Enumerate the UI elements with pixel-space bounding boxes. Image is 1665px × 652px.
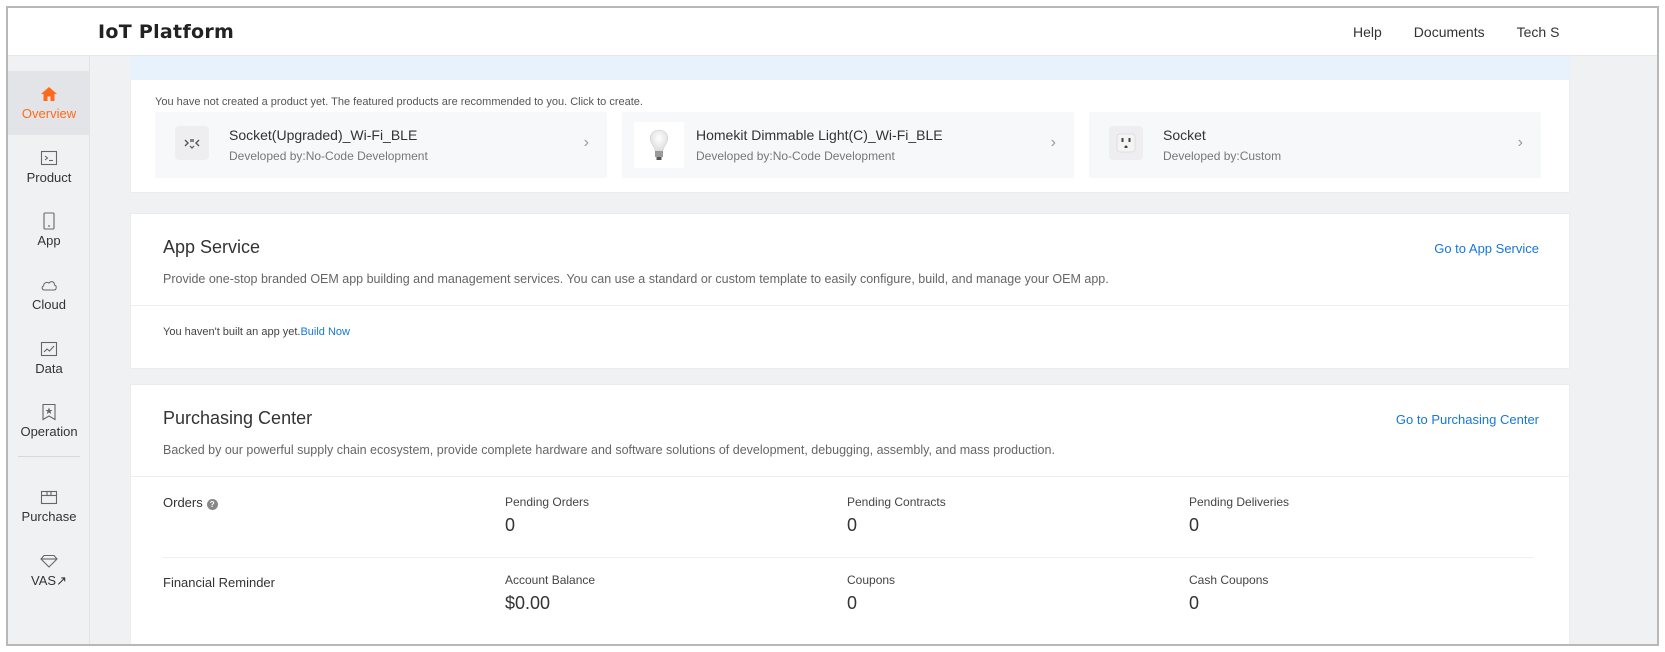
product-developer: Developed by:No-Code Development xyxy=(229,149,428,163)
sidebar-item-label: Data xyxy=(35,361,63,376)
cash-coupons-metric: Cash Coupons 0 xyxy=(1189,573,1268,614)
go-to-app-service-link[interactable]: Go to App Service xyxy=(1434,241,1539,256)
metric-label: Pending Orders xyxy=(505,495,590,509)
row-divider xyxy=(163,557,1533,558)
featured-product-card[interactable]: Socket(Upgraded)_Wi-Fi_BLE Developed by:… xyxy=(155,112,607,178)
home-icon xyxy=(40,85,58,103)
chart-icon xyxy=(40,340,58,358)
featured-products-card: You have not created a product yet. The … xyxy=(130,80,1570,193)
socket-icon xyxy=(175,126,209,160)
box-icon xyxy=(40,488,58,506)
metric-value: 0 xyxy=(1189,515,1200,535)
metric-label: Account Balance xyxy=(505,573,596,587)
bulb-icon xyxy=(634,122,684,168)
app-status-note: You haven't built an app yet.Build Now xyxy=(163,326,350,338)
phone-icon xyxy=(40,212,58,230)
account-balance-metric: Account Balance $0.00 xyxy=(505,573,595,614)
sidebar-item-data[interactable]: Data xyxy=(8,326,90,390)
sidebar-item-overview[interactable]: Overview xyxy=(8,71,90,135)
product-developer: Developed by:No-Code Development xyxy=(696,149,895,163)
build-now-link[interactable]: Build Now xyxy=(300,326,350,338)
section-divider xyxy=(131,476,1569,477)
metric-value: 0 xyxy=(505,515,516,535)
sidebar-item-label: Purchase xyxy=(21,509,77,524)
section-title: Purchasing Center xyxy=(163,408,313,428)
pending-contracts-metric: Pending Contracts 0 xyxy=(847,495,946,536)
outlet-icon xyxy=(1109,126,1143,160)
metric-value: 0 xyxy=(1189,593,1200,613)
banner-strip xyxy=(130,56,1570,80)
app-note-text: You haven't built an app yet. xyxy=(163,326,301,338)
sidebar-item-label: App xyxy=(37,233,61,248)
app-service-card: App Service Go to App Service Provide on… xyxy=(130,213,1570,369)
metric-label: Pending Deliveries xyxy=(1189,495,1290,509)
financial-reminder-label: Financial Reminder xyxy=(163,575,275,590)
sidebar-item-operation[interactable]: Operation xyxy=(8,389,90,453)
app-window: IoT Platform Help Documents Tech S Overv… xyxy=(6,6,1659,646)
chevron-right-icon: › xyxy=(1050,134,1056,151)
product-name: Socket(Upgraded)_Wi-Fi_BLE xyxy=(229,127,418,143)
featured-hint: You have not created a product yet. The … xyxy=(155,96,643,108)
pending-orders-metric: Pending Orders 0 xyxy=(505,495,589,536)
product-developer: Developed by:Custom xyxy=(1163,149,1282,163)
chevron-right-icon: › xyxy=(1517,134,1523,151)
help-link[interactable]: Help xyxy=(1353,24,1382,40)
purchasing-center-card: Purchasing Center Go to Purchasing Cente… xyxy=(130,384,1570,644)
sidebar-item-product[interactable]: Product xyxy=(8,135,90,199)
product-name: Socket xyxy=(1163,127,1206,143)
metric-value: 0 xyxy=(847,593,858,613)
documents-link[interactable]: Documents xyxy=(1414,24,1485,40)
terminal-icon xyxy=(40,149,58,167)
coupons-metric: Coupons 0 xyxy=(847,573,895,614)
sidebar: Overview Product App Cloud Data Operatio… xyxy=(8,56,90,644)
chevron-right-icon: › xyxy=(583,134,589,151)
metric-value: 0 xyxy=(847,515,858,535)
metric-label: Pending Contracts xyxy=(847,495,946,509)
product-name: Homekit Dimmable Light(C)_Wi-Fi_BLE xyxy=(696,127,943,143)
sidebar-item-label: VAS↗ xyxy=(31,572,67,588)
bookmark-star-icon xyxy=(40,403,58,421)
sidebar-item-label: Cloud xyxy=(32,297,66,312)
top-bar: IoT Platform Help Documents Tech S xyxy=(8,8,1657,56)
sidebar-item-label: Product xyxy=(26,170,72,185)
sidebar-item-app[interactable]: App xyxy=(8,198,90,262)
featured-product-card[interactable]: Socket Developed by:Custom › xyxy=(1089,112,1541,178)
sidebar-item-vas[interactable]: VAS↗ xyxy=(8,538,90,602)
sidebar-item-cloud[interactable]: Cloud xyxy=(8,262,90,326)
help-icon[interactable]: ? xyxy=(206,499,218,510)
sidebar-divider xyxy=(18,456,80,457)
top-links: Help Documents Tech S xyxy=(1353,24,1559,40)
go-to-purchasing-center-link[interactable]: Go to Purchasing Center xyxy=(1396,412,1539,427)
section-divider xyxy=(131,305,1569,306)
platform-logo[interactable]: IoT Platform xyxy=(98,21,234,43)
orders-row-label: Orders? xyxy=(163,495,218,510)
metric-label: Cash Coupons xyxy=(1189,573,1269,587)
tech-support-link[interactable]: Tech S xyxy=(1517,24,1560,40)
diamond-icon xyxy=(40,552,58,570)
sidebar-item-label: Overview xyxy=(21,106,77,121)
pending-deliveries-metric: Pending Deliveries 0 xyxy=(1189,495,1289,536)
section-title: App Service xyxy=(163,237,261,257)
metric-label: Coupons xyxy=(847,573,896,587)
metric-value: $0.00 xyxy=(505,593,551,613)
main-content: You have not created a product yet. The … xyxy=(90,56,1657,644)
orders-label: Orders xyxy=(163,495,203,510)
sidebar-item-label: Operation xyxy=(20,424,78,439)
featured-product-card[interactable]: Homekit Dimmable Light(C)_Wi-Fi_BLE Deve… xyxy=(622,112,1074,178)
section-description: Backed by our powerful supply chain ecos… xyxy=(163,443,1055,457)
section-description: Provide one-stop branded OEM app buildin… xyxy=(163,272,1109,286)
sidebar-item-purchase[interactable]: Purchase xyxy=(8,474,90,538)
cloud-icon xyxy=(40,276,58,294)
